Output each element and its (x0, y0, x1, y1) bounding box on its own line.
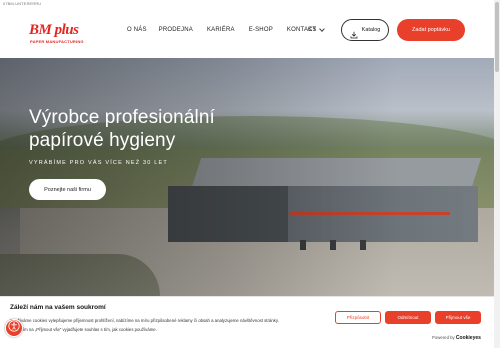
logo-main-text: BM plus (29, 22, 79, 38)
scrollbar-thumb[interactable] (495, 2, 499, 72)
catalog-label: Katalog (361, 27, 381, 33)
language-switcher[interactable]: CS (308, 26, 326, 33)
cookie-accept-all-button[interactable]: Přijmout vše (435, 311, 481, 324)
page-scrollbar[interactable] (494, 0, 500, 348)
brand-logo[interactable]: BM plus PAPER MANUFACTURING (29, 22, 89, 48)
site-header: BM plus PAPER MANUFACTURING O NÁS PRODEJ… (0, 10, 494, 58)
cookie-title: Záleží nám na vašem soukromí (10, 304, 106, 311)
browser-topline: 07BM-UNTERERRU (0, 0, 500, 10)
hero-title-line-1: Výrobce profesionální (29, 107, 215, 128)
nav-item-career[interactable]: KARIÉRA (207, 27, 235, 33)
nav-item-eshop[interactable]: E-SHOP (249, 27, 273, 33)
download-icon (350, 26, 358, 39)
logo-sub-text: PAPER MANUFACTURING (30, 39, 84, 44)
powered-prefix: Powered by (432, 335, 455, 340)
accessibility-button[interactable] (5, 319, 23, 337)
cookie-text-line-2: Kliknutím na „Přijmout vše“ vyjadřujete … (10, 327, 157, 332)
catalog-button[interactable]: Katalog (341, 19, 389, 41)
cookie-reject-button[interactable]: Odmítnout (385, 311, 431, 324)
cookie-text-line-1: Používáme cookies vylepšujeme příjemnost… (10, 318, 279, 323)
powered-brand: Cookieyes (455, 335, 481, 341)
nav-item-about[interactable]: O NÁS (127, 27, 147, 33)
hero-overlay (0, 58, 494, 296)
hero-title: Výrobce profesionální papírové hygieny (29, 106, 289, 152)
cookie-text: Používáme cookies vylepšujeme příjemnost… (10, 316, 330, 334)
main-nav: O NÁS PRODEJNA KARIÉRA E-SHOP KONTAKT (127, 27, 330, 33)
about-company-label: Poznejte naši firmu (44, 186, 91, 193)
about-company-button[interactable]: Poznejte naši firmu (29, 179, 106, 200)
request-quote-label: Zadat poptávku (412, 27, 450, 33)
hero-subtitle: VYRÁBÍME PRO VÁS VÍCE NEŽ 30 LET (29, 160, 168, 166)
hero-banner: Výrobce profesionální papírové hygieny V… (0, 58, 494, 296)
language-label: CS (308, 27, 317, 33)
cookie-banner: Záleží nám na vašem soukromí Používáme c… (0, 296, 494, 348)
cookie-customize-button[interactable]: Přizpůsobit (335, 311, 381, 324)
request-quote-button[interactable]: Zadat poptávku (397, 19, 465, 41)
topline-text: 07BM-UNTERERRU (3, 1, 42, 6)
nav-item-store[interactable]: PRODEJNA (159, 27, 193, 33)
accessibility-icon (8, 319, 20, 337)
cookie-powered-by[interactable]: Powered by Cookieyes (432, 335, 481, 341)
hero-title-line-2: papírové hygieny (29, 130, 176, 151)
chevron-down-icon (319, 26, 326, 32)
